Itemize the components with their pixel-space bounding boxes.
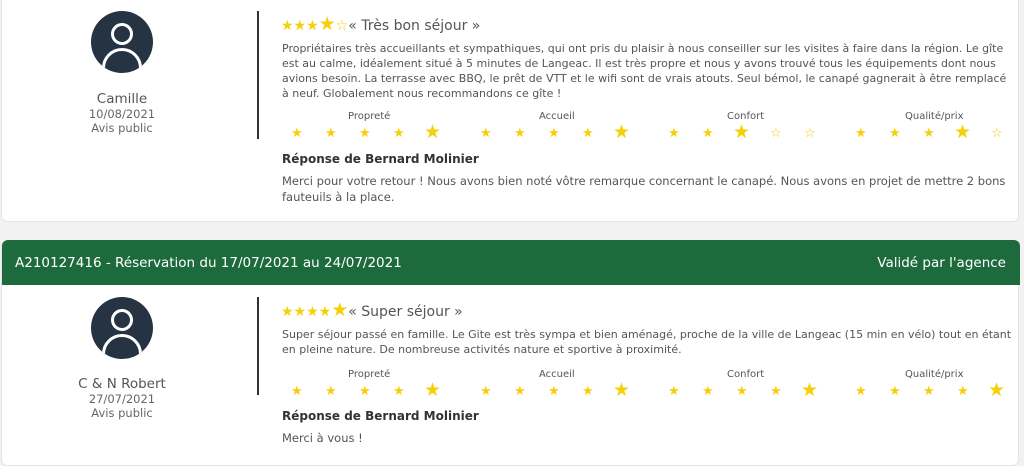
review-headline: ★★★★★« Super séjour » bbox=[281, 299, 463, 321]
star-icon: ★ bbox=[424, 121, 442, 143]
star-icon: ★ bbox=[325, 384, 337, 399]
category-label: Propreté bbox=[348, 111, 391, 122]
review-card-2: A210127416 - Réservation du 17/07/2021 a… bbox=[1, 240, 1020, 466]
star-icon: ★ bbox=[988, 379, 1006, 401]
star-icon: ★ bbox=[480, 384, 492, 399]
review-card-1: Camille 10/08/2021 Avis public ★★★★☆« Tr… bbox=[1, 0, 1019, 222]
owner-response-text: Merci pour votre retour ! Nous avons bie… bbox=[282, 174, 1006, 204]
star-icon: ★ bbox=[359, 126, 371, 141]
category-label: Accueil bbox=[539, 111, 575, 122]
review-date: 10/08/2021 bbox=[88, 107, 156, 121]
star-icon: ★ bbox=[613, 379, 631, 401]
star-icon: ★ bbox=[480, 126, 492, 141]
review-visibility: Avis public bbox=[91, 406, 153, 420]
star-icon: ★ bbox=[923, 126, 935, 141]
star-icon: ☆ bbox=[804, 126, 816, 141]
star-icon: ★ bbox=[855, 384, 867, 399]
overall-rating-stars: ★★★★☆ bbox=[281, 13, 349, 35]
review-text: Super séjour passé en famille. Le Gite e… bbox=[282, 328, 1012, 356]
star-icon: ★ bbox=[954, 121, 972, 143]
star-icon: ★ bbox=[855, 126, 867, 141]
star-icon: ★ bbox=[613, 121, 631, 143]
booking-header: A210127416 - Réservation du 17/07/2021 a… bbox=[2, 240, 1020, 285]
star-icon: ★ bbox=[359, 384, 371, 399]
category-label: Propreté bbox=[348, 369, 391, 380]
star-icon: ★ bbox=[957, 384, 969, 399]
star-icon: ★ bbox=[291, 384, 303, 399]
divider bbox=[257, 297, 259, 395]
owner-response-title: Réponse de Bernard Molinier bbox=[282, 152, 479, 166]
reviewer-info: C & N Robert 27/07/2021 Avis public bbox=[22, 376, 222, 420]
owner-response-title: Réponse de Bernard Molinier bbox=[282, 409, 479, 423]
star-icon: ★ bbox=[668, 126, 680, 141]
star-icon: ★ bbox=[702, 384, 714, 399]
star-icon: ★ bbox=[424, 379, 442, 401]
reviewer-name: Camille bbox=[96, 91, 148, 107]
star-icon: ★ bbox=[291, 126, 303, 141]
star-icon: ★ bbox=[889, 126, 901, 141]
overall-rating-stars: ★★★★★ bbox=[281, 299, 349, 321]
star-icon: ★ bbox=[889, 384, 901, 399]
reviewer-info: Camille 10/08/2021 Avis public bbox=[22, 91, 222, 135]
star-icon: ☆ bbox=[770, 126, 782, 141]
review-title: « Super séjour » bbox=[348, 304, 463, 320]
user-avatar-icon bbox=[91, 297, 153, 359]
category-label: Confort bbox=[727, 369, 765, 380]
star-icon: ★ bbox=[325, 126, 337, 141]
booking-reference: A210127416 - Réservation du 17/07/2021 a… bbox=[15, 255, 402, 271]
star-icon: ★ bbox=[801, 379, 819, 401]
star-icon: ★ bbox=[770, 384, 782, 399]
star-icon: ★ bbox=[582, 126, 594, 141]
star-icon: ☆ bbox=[991, 126, 1003, 141]
star-icon: ★ bbox=[923, 384, 935, 399]
star-icon: ★ bbox=[548, 384, 560, 399]
review-visibility: Avis public bbox=[91, 121, 153, 135]
review-title: « Très bon séjour » bbox=[348, 18, 481, 34]
reviewer-name: C & N Robert bbox=[78, 376, 166, 392]
booking-status: Validé par l'agence bbox=[877, 255, 1006, 271]
user-avatar-icon bbox=[91, 11, 153, 73]
star-icon: ★ bbox=[514, 384, 526, 399]
star-icon: ★ bbox=[548, 126, 560, 141]
star-icon: ★ bbox=[514, 126, 526, 141]
star-icon: ★ bbox=[736, 384, 748, 399]
owner-response-text: Merci à vous ! bbox=[282, 431, 363, 445]
star-icon: ★ bbox=[668, 384, 680, 399]
star-icon: ★ bbox=[733, 121, 751, 143]
star-icon: ★ bbox=[702, 126, 714, 141]
divider bbox=[257, 11, 259, 139]
star-icon: ★ bbox=[393, 384, 405, 399]
star-icon: ★ bbox=[582, 384, 594, 399]
category-label: Qualité/prix bbox=[905, 369, 964, 380]
review-headline: ★★★★☆« Très bon séjour » bbox=[281, 13, 480, 35]
category-label: Accueil bbox=[539, 369, 575, 380]
review-text: Propriétaires très accueillants et sympa… bbox=[282, 42, 1007, 100]
review-date: 27/07/2021 bbox=[88, 392, 156, 406]
star-icon: ★ bbox=[393, 126, 405, 141]
